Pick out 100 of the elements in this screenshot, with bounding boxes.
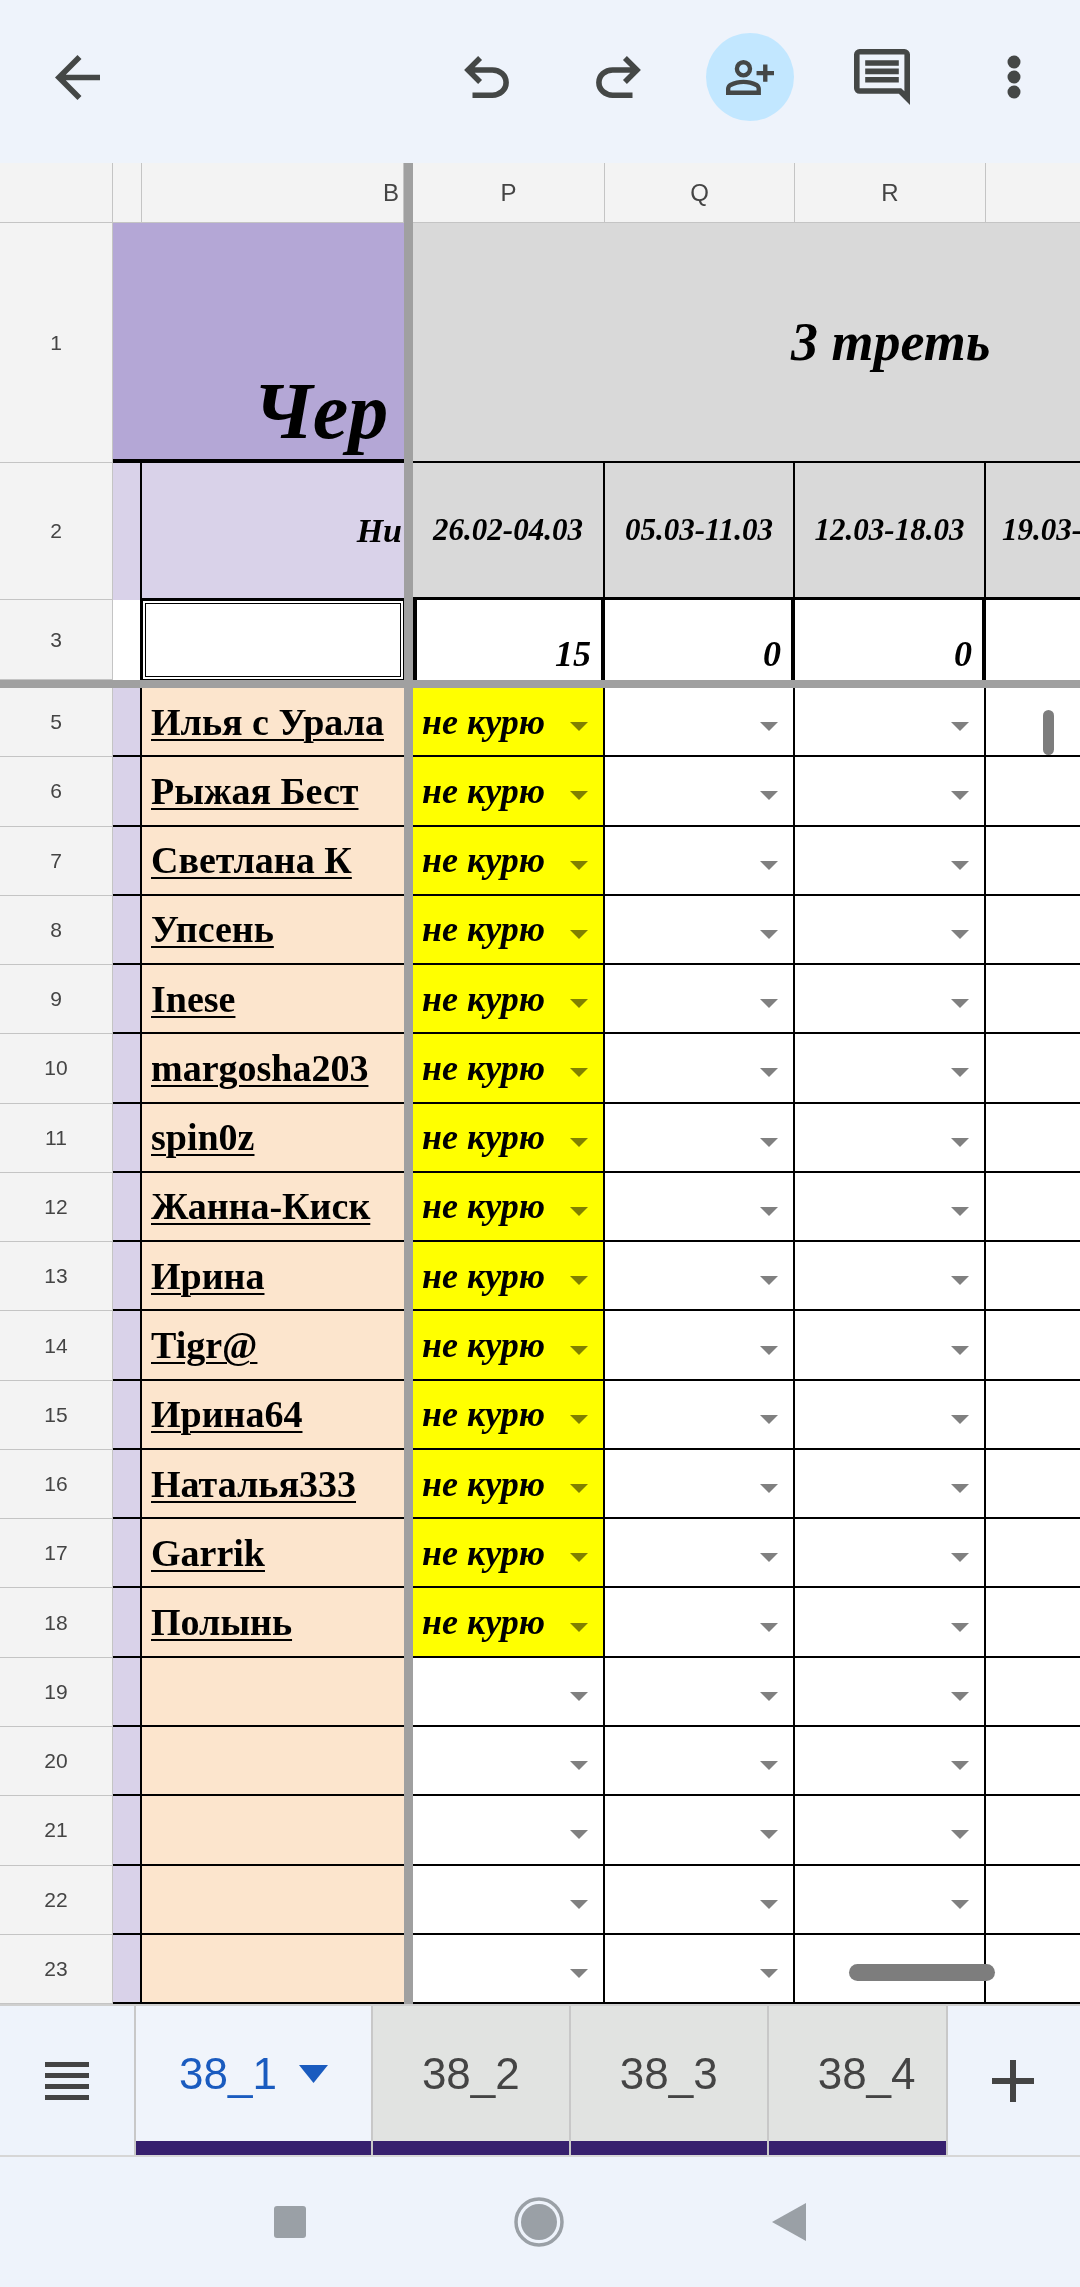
- dropdown-cell[interactable]: [605, 1103, 795, 1173]
- row-header[interactable]: 6: [0, 757, 113, 827]
- dropdown-cell[interactable]: [795, 1519, 986, 1589]
- dropdown-cell[interactable]: не курю: [413, 1380, 605, 1450]
- row-header[interactable]: 3: [0, 600, 113, 680]
- dropdown-cell[interactable]: [605, 965, 795, 1035]
- row-header[interactable]: 1: [0, 223, 113, 463]
- dropdown-cell[interactable]: [605, 1449, 795, 1520]
- dropdown-cell[interactable]: [413, 1796, 605, 1866]
- dropdown-arrow-icon: [951, 1207, 969, 1216]
- dropdown-cell[interactable]: [605, 1519, 795, 1589]
- dropdown-cell[interactable]: [795, 688, 986, 758]
- sheet-tab[interactable]: 38_3: [568, 2006, 767, 2155]
- dropdown-cell[interactable]: [605, 1588, 795, 1658]
- row-header[interactable]: 18: [0, 1588, 113, 1658]
- dropdown-cell[interactable]: не курю: [413, 688, 605, 758]
- dropdown-cell[interactable]: [795, 895, 986, 966]
- dropdown-cell[interactable]: [795, 1449, 986, 1520]
- dropdown-cell[interactable]: [413, 1657, 605, 1727]
- dropdown-cell[interactable]: [605, 1727, 795, 1797]
- row-header[interactable]: 23: [0, 1934, 113, 2005]
- dropdown-cell[interactable]: не курю: [413, 1449, 605, 1520]
- row-header[interactable]: 15: [0, 1380, 113, 1450]
- dropdown-cell[interactable]: не курю: [413, 1103, 605, 1173]
- row-header[interactable]: 14: [0, 1311, 113, 1381]
- dropdown-cell[interactable]: [413, 1934, 605, 2005]
- row-header[interactable]: 19: [0, 1657, 113, 1727]
- dropdown-cell[interactable]: не курю: [413, 1034, 605, 1104]
- dropdown-cell[interactable]: [605, 1172, 795, 1243]
- dropdown-cell[interactable]: не курю: [413, 1588, 605, 1658]
- dropdown-cell[interactable]: [795, 1657, 986, 1727]
- title-cell: Чер: [113, 223, 404, 463]
- dropdown-cell[interactable]: [795, 757, 986, 827]
- name-cell: spin0z: [142, 1103, 404, 1173]
- horizontal-scrollbar-thumb[interactable]: [849, 1964, 995, 1981]
- dropdown-cell[interactable]: [413, 1727, 605, 1797]
- undo-icon: [463, 56, 509, 98]
- dropdown-cell[interactable]: [605, 757, 795, 827]
- dropdown-cell[interactable]: не курю: [413, 826, 605, 896]
- dropdown-arrow-icon: [570, 1622, 588, 1632]
- dropdown-cell[interactable]: [795, 1796, 986, 1866]
- column-header[interactable]: Q: [605, 163, 795, 222]
- dropdown-cell[interactable]: не курю: [413, 1242, 605, 1312]
- row-header[interactable]: 12: [0, 1172, 113, 1243]
- dropdown-cell[interactable]: не курю: [413, 895, 605, 966]
- name-cell: Жанна-Киск: [142, 1172, 404, 1243]
- row-header[interactable]: 11: [0, 1103, 113, 1173]
- dropdown-cell[interactable]: [795, 1172, 986, 1243]
- name-cell: Ирина64: [142, 1380, 404, 1450]
- dropdown-cell[interactable]: не курю: [413, 757, 605, 827]
- table-cell: [113, 895, 142, 966]
- sheet-tab[interactable]: 38_1: [134, 2006, 371, 2155]
- row-header[interactable]: 10: [0, 1034, 113, 1104]
- column-header[interactable]: R: [795, 163, 986, 222]
- dropdown-cell[interactable]: [795, 1103, 986, 1173]
- dropdown-cell[interactable]: [413, 1865, 605, 1935]
- sheet-tab[interactable]: 38_4: [766, 2006, 948, 2155]
- dropdown-cell[interactable]: [605, 895, 795, 966]
- dropdown-arrow-icon: [570, 1137, 588, 1147]
- dropdown-cell[interactable]: [795, 1380, 986, 1450]
- dropdown-cell[interactable]: [795, 1034, 986, 1104]
- dropdown-cell[interactable]: не курю: [413, 1519, 605, 1589]
- dropdown-arrow-icon: [760, 999, 778, 1009]
- dropdown-cell[interactable]: не курю: [413, 1311, 605, 1381]
- dropdown-cell[interactable]: [795, 826, 986, 896]
- dropdown-cell[interactable]: [605, 1311, 795, 1381]
- dropdown-cell[interactable]: [795, 1242, 986, 1312]
- dropdown-cell[interactable]: [795, 965, 986, 1035]
- dropdown-arrow-icon: [951, 1899, 969, 1909]
- dropdown-cell[interactable]: [605, 1934, 795, 2005]
- dropdown-cell[interactable]: [605, 1380, 795, 1450]
- dropdown-cell[interactable]: [605, 826, 795, 896]
- dropdown-cell[interactable]: не курю: [413, 1172, 605, 1243]
- dropdown-cell[interactable]: [605, 1034, 795, 1104]
- dropdown-cell[interactable]: [795, 1727, 986, 1797]
- row-header[interactable]: 17: [0, 1519, 113, 1589]
- dropdown-arrow-icon: [760, 1207, 778, 1216]
- row-header[interactable]: 9: [0, 965, 113, 1035]
- row-header[interactable]: 13: [0, 1242, 113, 1312]
- dropdown-cell[interactable]: [605, 1796, 795, 1866]
- dropdown-cell[interactable]: [795, 1588, 986, 1658]
- dropdown-arrow-icon: [570, 929, 588, 939]
- dropdown-cell[interactable]: не курю: [413, 965, 605, 1035]
- row-header[interactable]: 20: [0, 1727, 113, 1797]
- row-header[interactable]: 7: [0, 826, 113, 896]
- dropdown-arrow-icon: [951, 1830, 969, 1840]
- row-header[interactable]: 8: [0, 895, 113, 966]
- dropdown-cell[interactable]: [605, 1657, 795, 1727]
- dropdown-cell[interactable]: [795, 1865, 986, 1935]
- row-header[interactable]: 21: [0, 1796, 113, 1866]
- dropdown-cell[interactable]: [605, 688, 795, 758]
- row-header[interactable]: 22: [0, 1865, 113, 1935]
- sheet-tab[interactable]: 38_2: [370, 2006, 569, 2155]
- row-header[interactable]: 5: [0, 688, 113, 758]
- dropdown-cell[interactable]: [605, 1242, 795, 1312]
- row-header[interactable]: 2: [0, 463, 113, 600]
- dropdown-cell[interactable]: [795, 1311, 986, 1381]
- vertical-scrollbar-thumb[interactable]: [1043, 710, 1054, 755]
- dropdown-cell[interactable]: [605, 1865, 795, 1935]
- row-header[interactable]: 16: [0, 1449, 113, 1520]
